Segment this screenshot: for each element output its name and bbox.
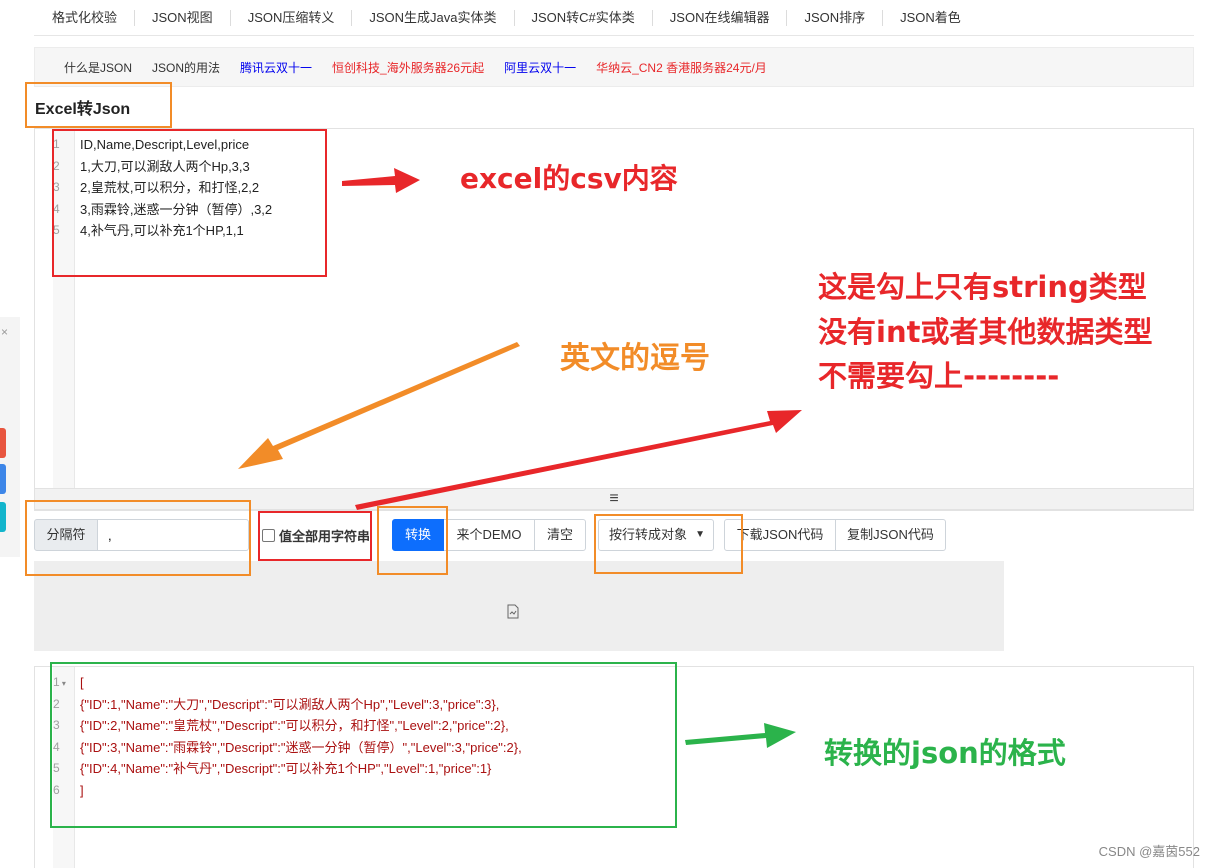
convert-annotation-box — [377, 506, 448, 575]
json-annotation-box — [50, 662, 677, 828]
watermark: CSDN @嘉茵552 — [1098, 844, 1200, 859]
clear-button[interactable]: 清空 — [534, 519, 586, 551]
link-item[interactable]: 恒创科技_海外服务器26元起 — [332, 59, 484, 76]
nav-item[interactable]: JSON转C#实体类 — [515, 9, 653, 26]
page-title: Excel转Json — [35, 101, 131, 118]
nav-item[interactable]: JSON排序 — [787, 9, 884, 26]
document-icon — [507, 604, 519, 619]
link-item[interactable]: JSON的用法 — [152, 59, 220, 76]
link-item[interactable]: 阿里云双十一 — [504, 59, 576, 76]
nav-item[interactable]: 格式化校验 — [34, 9, 136, 26]
json-annotation-text: 转换的json的格式 — [824, 736, 1066, 770]
checkbox-annotation-box — [258, 511, 372, 561]
close-icon[interactable]: × — [1, 325, 8, 339]
string-note-line-2: 没有int或者其他数据类型 — [818, 315, 1153, 349]
select-annotation-box — [594, 514, 743, 574]
link-item[interactable]: 华纳云_CN2 香港服务器24元/月 — [596, 59, 767, 76]
side-tab-blue[interactable] — [0, 464, 6, 494]
copy-json-button[interactable]: 复制JSON代码 — [835, 519, 946, 551]
link-item[interactable]: 什么是JSON — [64, 59, 132, 76]
top-nav: 格式化校验 JSON视图 JSON压缩转义 JSON生成Java实体类 JSON转C#实… — [34, 0, 1194, 36]
csv-annotation-box — [52, 129, 327, 277]
string-note-line-1: 这是勾上只有string类型 — [818, 270, 1147, 304]
side-tab-cyan[interactable] — [0, 502, 6, 532]
nav-item[interactable]: JSON在线编辑器 — [653, 9, 788, 26]
links-bar: 什么是JSON JSON的用法 腾讯云双十一 恒创科技_海外服务器26元起 阿里云双十一… — [34, 47, 1194, 87]
nav-item[interactable]: JSON生成Java实体类 — [352, 9, 515, 26]
comma-annotation-text: 英文的逗号 — [560, 341, 710, 376]
nav-item[interactable]: JSON视图 — [135, 9, 231, 26]
nav-item[interactable]: JSON着色 — [883, 10, 978, 26]
link-item[interactable]: 腾讯云双十一 — [240, 59, 312, 76]
nav-item[interactable]: JSON压缩转义 — [231, 9, 353, 26]
demo-button[interactable]: 来个DEMO — [444, 519, 535, 551]
csv-annotation-text: excel的csv内容 — [460, 162, 678, 195]
string-note-line-3: 不需要勾上-------- — [818, 359, 1060, 393]
side-tab-red[interactable] — [0, 428, 6, 458]
separator-annotation-box — [25, 500, 251, 576]
